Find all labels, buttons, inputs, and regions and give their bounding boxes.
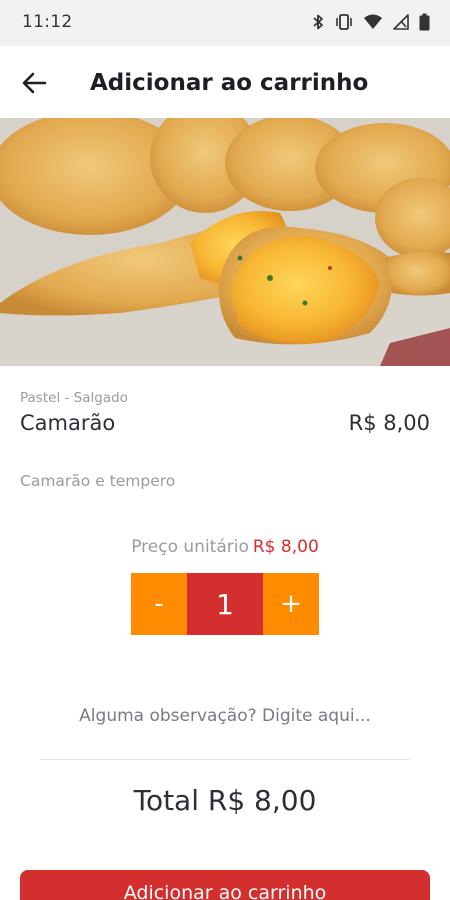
quantity-stepper: - 1 + xyxy=(131,573,319,635)
decrease-quantity-button[interactable]: - xyxy=(131,573,187,635)
vibrate-icon xyxy=(336,14,352,30)
quantity-value: 1 xyxy=(187,573,263,635)
product-price: R$ 8,00 xyxy=(348,411,430,435)
battery-icon xyxy=(419,13,430,31)
add-to-cart-button[interactable]: Adicionar ao carrinho xyxy=(20,870,430,900)
unit-price-label: Preço unitário xyxy=(131,537,249,557)
page-title: Adicionar ao carrinho xyxy=(90,70,369,96)
observation-input[interactable] xyxy=(40,694,410,738)
arrow-left-icon xyxy=(22,72,47,94)
wifi-icon xyxy=(364,14,382,29)
bluetooth-icon xyxy=(313,14,323,30)
unit-price-row: Preço unitário R$ 8,00 xyxy=(0,537,450,557)
product-description: Camarão e tempero xyxy=(20,472,176,490)
status-bar: 11:12 xyxy=(0,0,450,46)
total-price: Total R$ 8,00 xyxy=(133,784,317,817)
increase-quantity-button[interactable]: + xyxy=(263,573,319,635)
divider xyxy=(40,759,410,760)
unit-price-value: R$ 8,00 xyxy=(252,537,319,557)
app-bar: Adicionar ao carrinho xyxy=(0,46,450,118)
back-button[interactable] xyxy=(20,68,50,98)
product-image xyxy=(0,118,450,366)
status-icons xyxy=(311,13,430,31)
product-name: Camarão xyxy=(20,411,116,435)
signal-icon xyxy=(393,14,409,30)
product-category: Pastel - Salgado xyxy=(20,390,128,406)
pastel-photo xyxy=(0,118,450,366)
status-time: 11:12 xyxy=(22,12,73,32)
